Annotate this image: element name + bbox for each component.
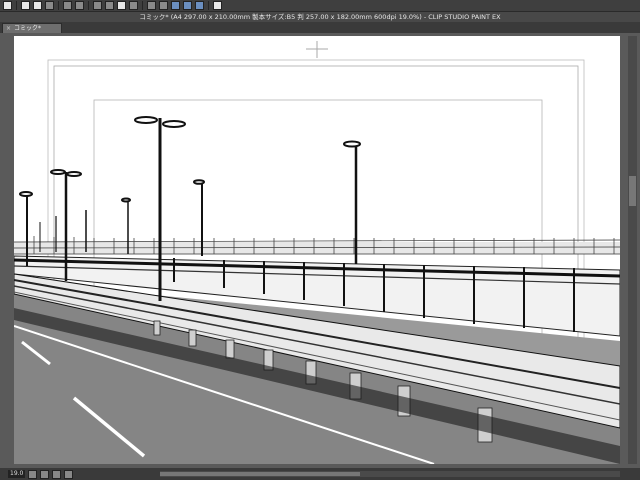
fill-icon[interactable] <box>147 1 156 10</box>
snap-perspective-icon[interactable] <box>195 1 204 10</box>
document-tab-bar: × コミック* <box>0 22 640 33</box>
eraser-icon[interactable] <box>117 1 126 10</box>
transform-icon[interactable] <box>105 1 114 10</box>
window-title: コミック* (A4 297.00 x 210.00mm 製本サイズ:B5 判 2… <box>0 12 640 22</box>
tab-comic[interactable]: × コミック* <box>2 23 62 33</box>
toolbar-separator <box>88 1 89 10</box>
vertical-scroll-thumb[interactable] <box>629 176 636 206</box>
open-icon[interactable] <box>33 1 42 10</box>
redo-icon[interactable] <box>75 1 84 10</box>
rotate-icon[interactable] <box>64 469 74 479</box>
zoom-level[interactable]: 19.0 <box>8 470 26 478</box>
command-bar <box>0 0 640 12</box>
undo-icon[interactable] <box>63 1 72 10</box>
horizontal-scroll-thumb[interactable] <box>160 472 360 476</box>
vertical-scrollbar[interactable] <box>628 36 637 464</box>
snap-icon[interactable] <box>171 1 180 10</box>
snap-grid-icon[interactable] <box>183 1 192 10</box>
new-icon[interactable] <box>21 1 30 10</box>
view-icon[interactable] <box>3 1 12 10</box>
toolbar-separator <box>58 1 59 10</box>
select-icon[interactable] <box>93 1 102 10</box>
help-icon[interactable] <box>213 1 222 10</box>
tab-close-icon[interactable]: × <box>6 25 11 32</box>
ruler-icon[interactable] <box>159 1 168 10</box>
fit-icon[interactable] <box>52 469 62 479</box>
cut-icon[interactable] <box>129 1 138 10</box>
toolbar-separator <box>142 1 143 10</box>
zoom-in-icon[interactable] <box>40 469 50 479</box>
tab-label: コミック* <box>14 25 42 32</box>
save-icon[interactable] <box>45 1 54 10</box>
toolbar-separator <box>16 1 17 10</box>
toolbar-separator <box>208 1 209 10</box>
zoom-out-icon[interactable] <box>28 469 38 479</box>
artwork <box>14 41 620 464</box>
drawing-canvas[interactable] <box>14 36 620 464</box>
horizontal-scrollbar[interactable] <box>160 471 620 477</box>
